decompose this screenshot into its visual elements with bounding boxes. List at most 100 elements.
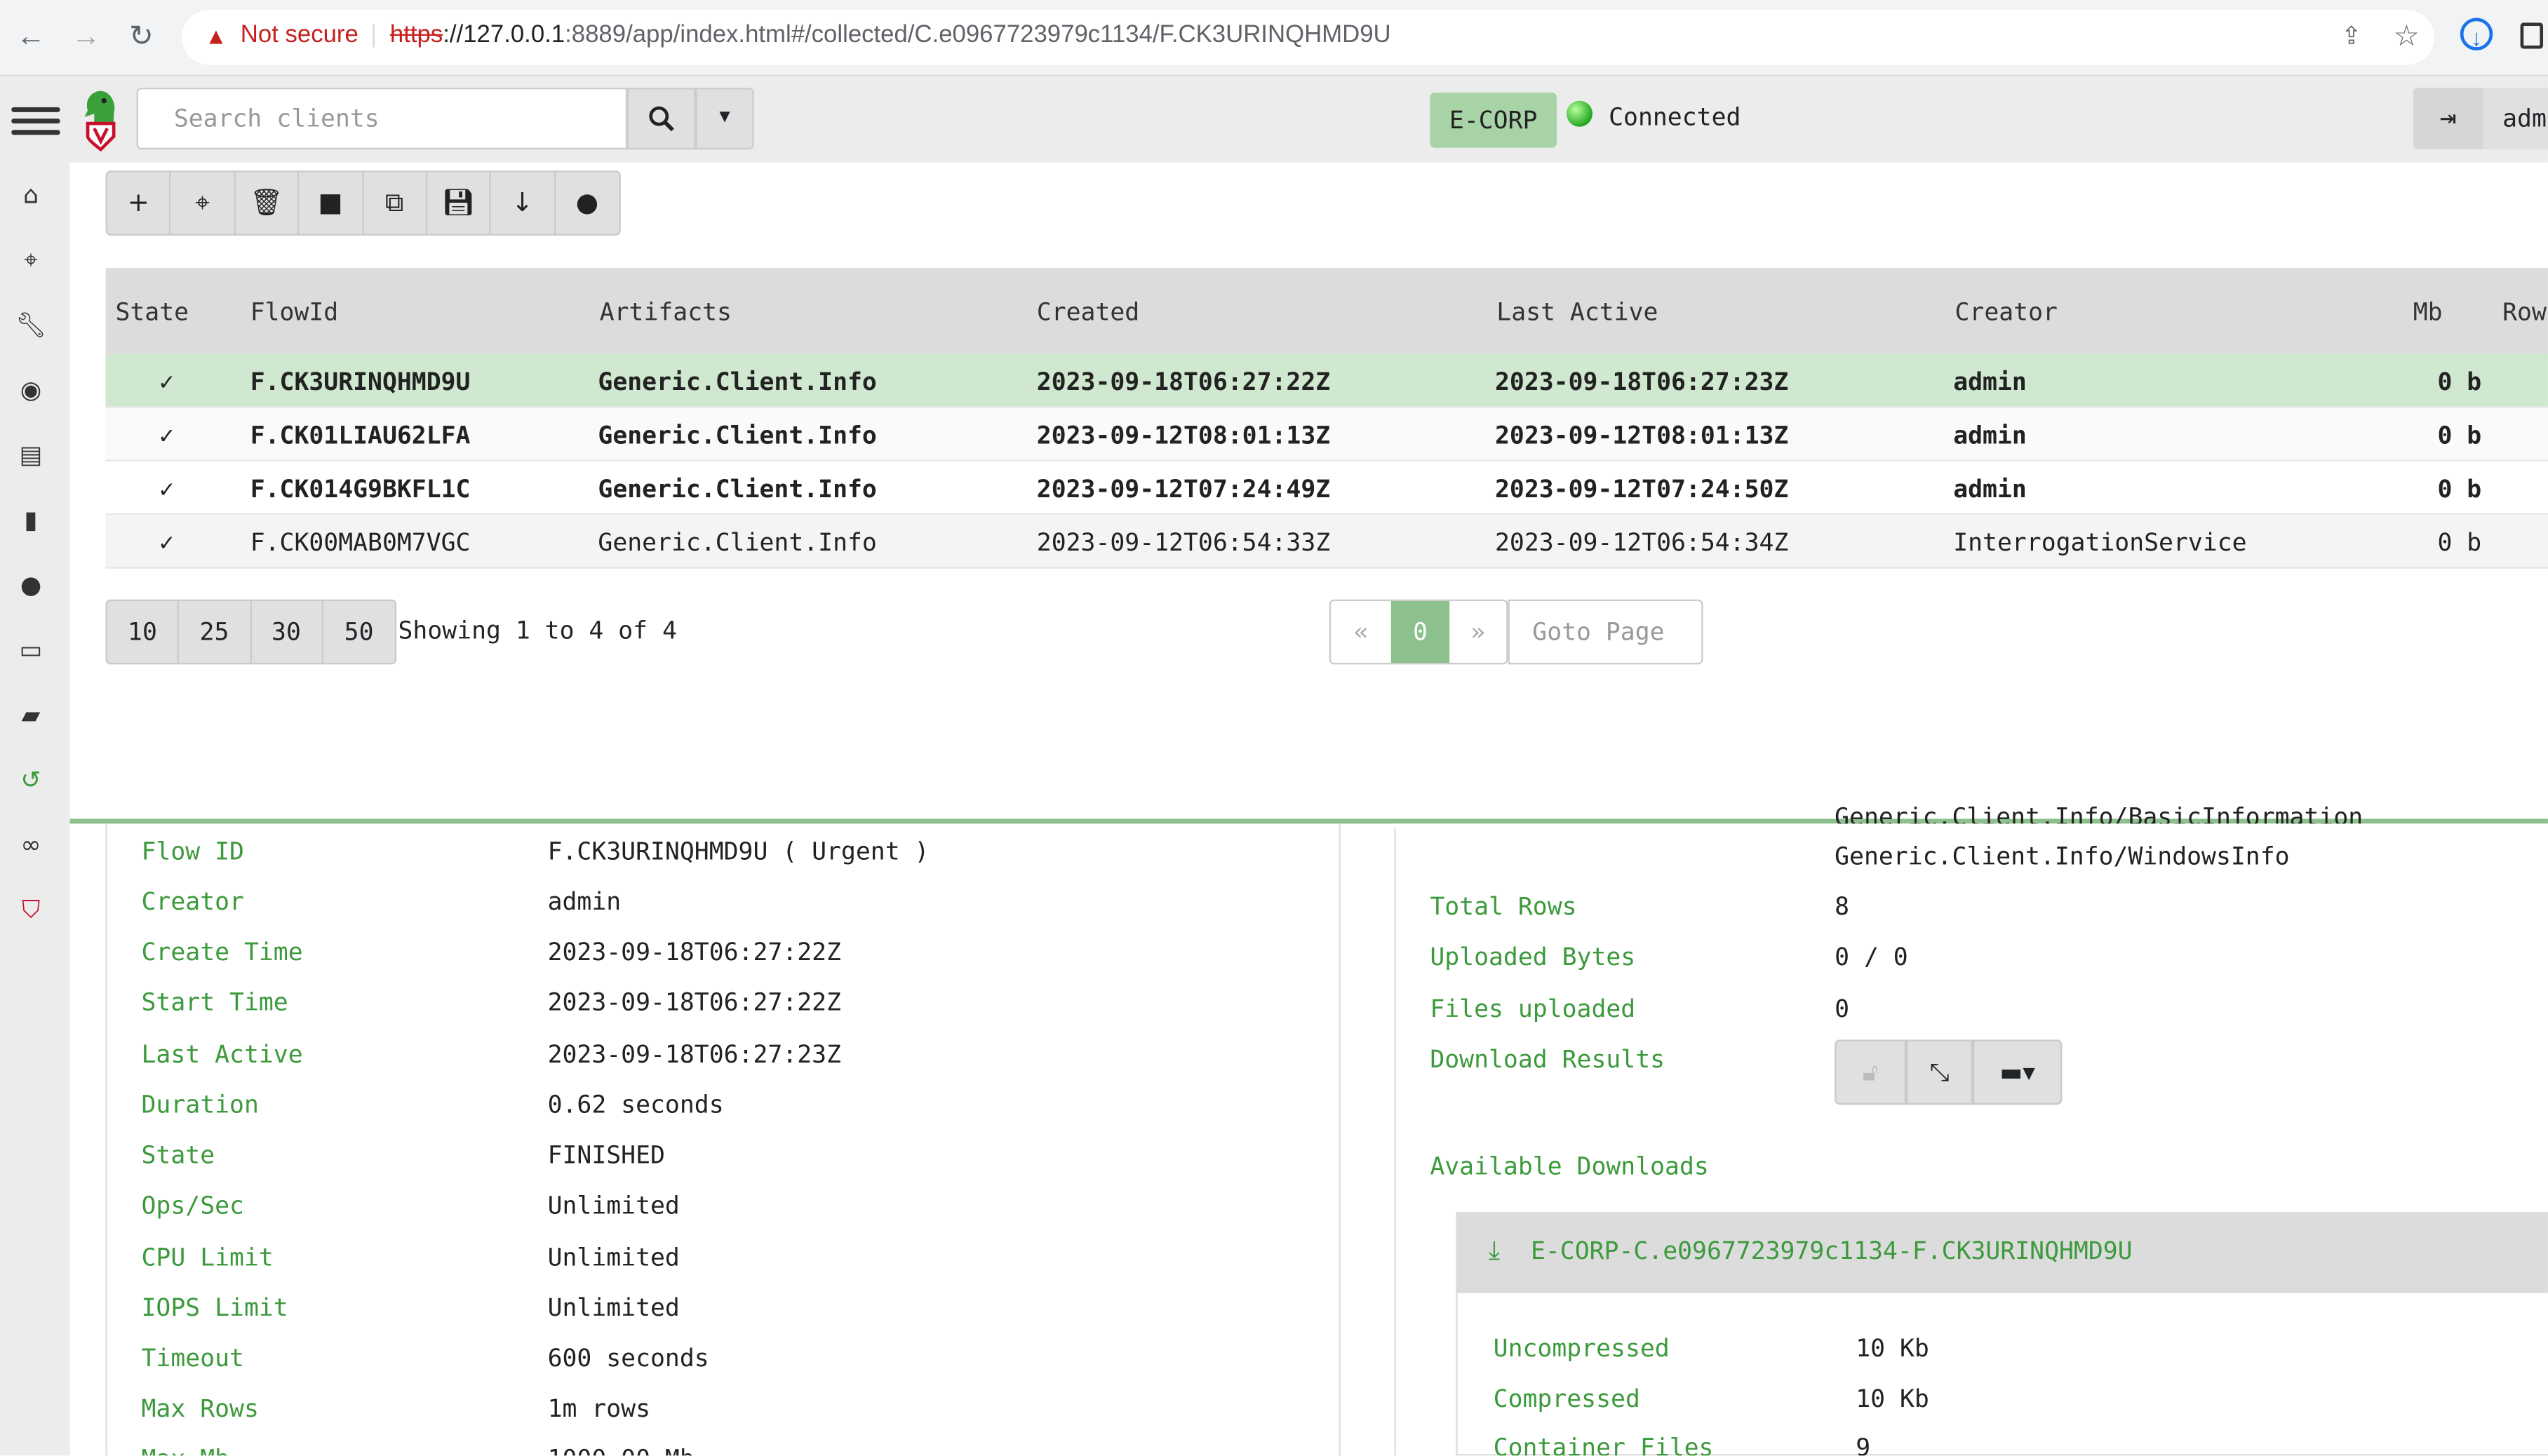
shield-icon[interactable]: ⛉ <box>13 892 49 928</box>
mb-cell: 0 b <box>2437 527 2482 558</box>
last-active-cell: 2023-09-12T08:01:13Z <box>1494 420 1789 450</box>
user-icon[interactable]: ● <box>13 567 49 602</box>
detail-value: 600 seconds <box>547 1343 709 1373</box>
detail-value: 0 <box>1835 994 1850 1024</box>
column-header-flowid[interactable]: FlowId <box>250 297 339 327</box>
table-row[interactable]: ✓ F.CK014G9BKFL1C Generic.Client.Info 20… <box>105 461 2548 515</box>
flow-overview-panel <box>105 823 1341 1456</box>
table-row[interactable]: ✓ F.CK00MAB0M7VGC Generic.Client.Info 20… <box>105 515 2548 569</box>
created-cell: 2023-09-18T06:27:22Z <box>1036 367 1331 397</box>
url-path: :8889/app/index.html#/collected/C.e09677… <box>565 21 1391 49</box>
forward-icon[interactable]: → <box>68 18 104 53</box>
created-cell: 2023-09-12T08:01:13Z <box>1036 420 1331 450</box>
column-header-last-active[interactable]: Last Active <box>1496 297 1658 327</box>
laptop-icon[interactable]: ▭ <box>13 632 49 668</box>
table-header <box>105 268 2548 354</box>
velociraptor-logo[interactable] <box>78 88 123 153</box>
crosshair-icon[interactable]: ⌖ <box>13 242 49 278</box>
logout-icon[interactable]: ⇥ <box>2413 88 2483 150</box>
flow-id-cell: F.CK00MAB0M7VGC <box>250 527 471 558</box>
created-cell: 2023-09-12T07:24:49Z <box>1036 474 1331 504</box>
save-icon[interactable]: 💾︎ <box>427 172 492 234</box>
column-header-rows[interactable]: Row <box>2502 297 2547 327</box>
lock-icon[interactable]: 🔓︎ <box>1835 1039 1907 1105</box>
detail-value: 0 / 0 <box>1835 942 1908 972</box>
home-icon[interactable]: ⌂ <box>13 177 49 213</box>
artifact-name: Generic.Client.Info/WindowsInfo <box>1835 841 2290 871</box>
goto-page-box <box>1508 599 1703 665</box>
hamburger-menu-icon[interactable] <box>11 101 60 147</box>
column-header-creator[interactable]: Creator <box>1955 297 2058 327</box>
mb-cell: 0 b <box>2437 420 2482 450</box>
book-icon[interactable]: ▮ <box>13 502 49 538</box>
table-row[interactable]: ✓ F.CK01LIAU62LFA Generic.Client.Info 20… <box>105 407 2548 461</box>
goto-page-input[interactable] <box>1529 601 1698 663</box>
copy-icon[interactable]: ⧉ <box>363 172 427 234</box>
detail-label: Start Time <box>141 987 288 1018</box>
search-icon[interactable] <box>627 88 696 150</box>
search-input[interactable] <box>170 89 633 148</box>
page-size-30[interactable]: 30 <box>251 601 323 663</box>
history-icon[interactable]: ↺ <box>13 762 49 797</box>
side-panel-icon[interactable] <box>2520 22 2544 49</box>
reload-icon[interactable]: ↻ <box>123 18 159 53</box>
url-text[interactable]: https://127.0.0.1:8889/app/index.html#/c… <box>390 21 1391 48</box>
download-link[interactable]: E-CORP-C.e0967723979c1134-F.CK3URINQHMD9… <box>1531 1236 2133 1266</box>
next-page-button[interactable]: » <box>1449 601 1506 663</box>
delete-icon[interactable]: 🗑︎ <box>235 172 300 234</box>
table-row-selected[interactable]: ✓ F.CK3URINQHMD9U Generic.Client.Info 20… <box>105 353 2548 408</box>
flow-id-cell: F.CK014G9BKFL1C <box>250 474 471 504</box>
detail-value: 10 Kb <box>1856 1384 1929 1414</box>
column-header-created[interactable]: Created <box>1037 297 1139 327</box>
column-header-artifacts[interactable]: Artifacts <box>600 297 732 327</box>
download-icon[interactable]: ⤓ <box>1489 1234 1500 1267</box>
available-downloads-title: Available Downloads <box>1430 1152 1709 1181</box>
prev-page-button[interactable]: « <box>1331 601 1391 663</box>
archive-dropdown-icon[interactable]: ▬▾ <box>1972 1039 2063 1105</box>
user-icon[interactable]: ● <box>555 173 619 234</box>
last-active-cell: 2023-09-12T06:54:34Z <box>1494 527 1789 558</box>
wrench-icon[interactable]: 🔧︎ <box>13 307 49 343</box>
user-menu-button[interactable]: adm <box>2483 88 2548 150</box>
current-page-button[interactable]: 0 <box>1390 601 1450 663</box>
panel-top-mask <box>1394 823 2548 829</box>
org-badge[interactable]: E-CORP <box>1430 93 1557 148</box>
download-icon[interactable]: ↓ <box>491 172 556 234</box>
url-host: ://127.0.0.1 <box>443 21 565 49</box>
column-header-mb[interactable]: Mb <box>2413 297 2443 327</box>
artifact-cell: Generic.Client.Info <box>598 474 877 504</box>
creator-cell: admin <box>1953 420 2027 450</box>
artifact-cell: Generic.Client.Info <box>598 367 877 397</box>
share-icon[interactable]: ⇪ <box>2333 20 2369 55</box>
crosshair-icon[interactable]: ⌖ <box>171 172 236 234</box>
compress-icon[interactable]: ⤡ <box>1906 1039 1973 1105</box>
detail-label: Total Rows <box>1430 891 1577 922</box>
detail-value: admin <box>547 887 622 917</box>
detail-label: Ops/Sec <box>141 1190 244 1220</box>
back-icon[interactable]: ← <box>13 18 49 53</box>
server-icon[interactable]: ▤ <box>13 437 49 473</box>
stop-icon[interactable]: ■ <box>299 172 363 234</box>
creator-cell: admin <box>1953 367 2027 397</box>
folder-open-icon[interactable]: ▰ <box>13 697 49 733</box>
binoculars-icon[interactable]: ∞ <box>13 827 49 863</box>
detail-label: Max Rows <box>141 1394 259 1424</box>
flow-id-cell: F.CK01LIAU62LFA <box>250 420 471 450</box>
search-box <box>136 88 633 150</box>
download-icon[interactable]: ↓ <box>2460 18 2493 50</box>
search-dropdown-button[interactable]: ▼ <box>695 88 754 150</box>
detail-value: FINISHED <box>547 1140 665 1170</box>
eye-icon[interactable]: ◉ <box>13 372 49 407</box>
new-collection-button[interactable]: + <box>107 172 172 234</box>
left-sidebar <box>0 162 70 1456</box>
column-header-state[interactable]: State <box>115 297 189 327</box>
mb-cell: 0 b <box>2437 474 2482 504</box>
page-size-25[interactable]: 25 <box>179 601 251 663</box>
not-secure-label[interactable]: Not secure <box>241 21 358 48</box>
page-size-50[interactable]: 50 <box>323 601 394 663</box>
star-icon[interactable]: ☆ <box>2389 18 2425 53</box>
creator-cell: admin <box>1953 474 2027 504</box>
page-size-10[interactable]: 10 <box>107 601 180 663</box>
flow-toolbar: + ⌖ 🗑︎ ■ ⧉ 💾︎ ↓ ● <box>105 170 621 236</box>
artifact-cell: Generic.Client.Info <box>598 420 877 450</box>
